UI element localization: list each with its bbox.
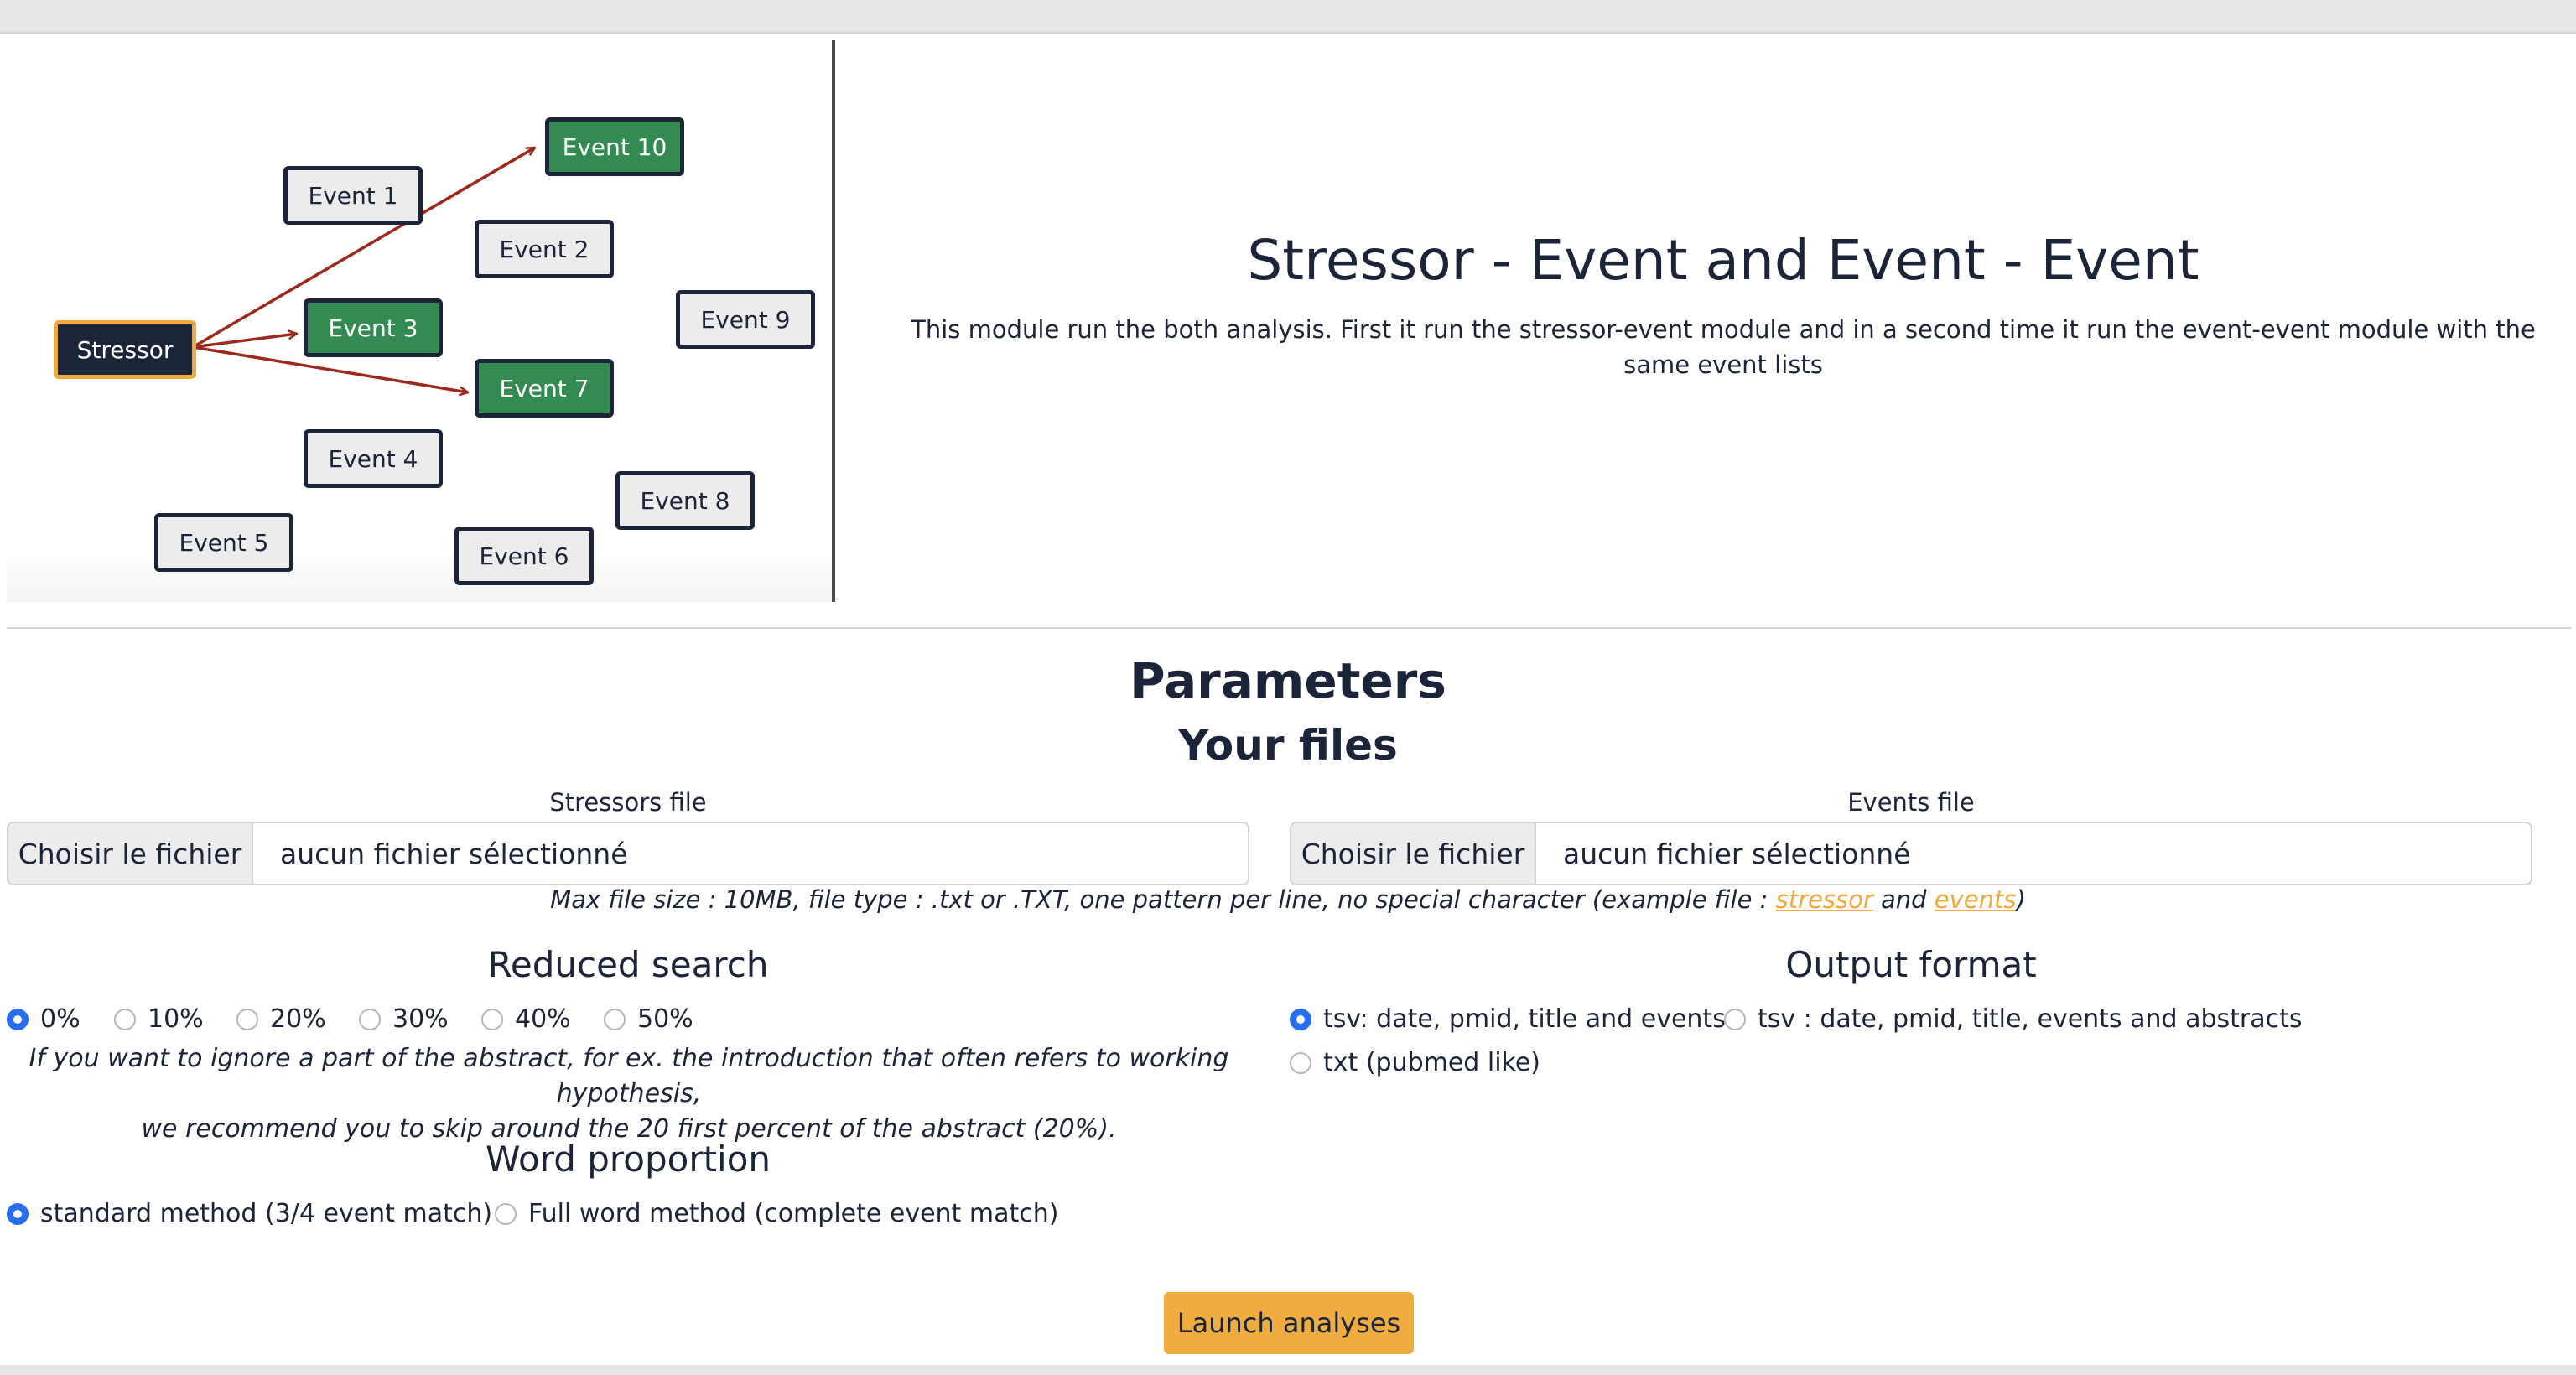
radio-label: 30% <box>392 1004 449 1034</box>
stressor-example-link[interactable]: stressor <box>1776 885 1873 914</box>
reduced-search-heading: Reduced search <box>487 944 769 985</box>
diagram-divider <box>832 40 835 602</box>
word-proportion-heading: Word proportion <box>485 1139 771 1180</box>
radio-icon <box>359 1008 381 1030</box>
events-example-link[interactable]: events <box>1935 885 2017 914</box>
reduced-search-option-20[interactable]: 20% <box>236 1004 326 1034</box>
radio-label: Full word method (complete event match) <box>528 1199 1059 1228</box>
event-node-8: Event 8 <box>615 471 755 530</box>
section-divider <box>7 627 2571 629</box>
radio-label: tsv : date, pmid, title, events and abst… <box>1758 1004 2303 1034</box>
file-hint-suffix: ) <box>2016 885 2026 914</box>
word-proportion-option-standard[interactable]: standard method (3/4 event match) <box>7 1199 492 1228</box>
file-hint-prefix: Max file size : 10MB, file type : .txt o… <box>550 885 1776 914</box>
arrow-stressor-event3 <box>192 334 297 349</box>
radio-label: 20% <box>270 1004 326 1034</box>
stressors-file-status: aucun fichier sélectionné <box>280 837 628 870</box>
browser-top-bar <box>0 0 2576 34</box>
radio-icon <box>114 1008 136 1030</box>
output-format-heading: Output format <box>1785 944 2037 985</box>
events-file-label: Events file <box>1847 788 1975 817</box>
event-node-5: Event 5 <box>154 513 293 572</box>
output-format-option-tsv[interactable]: tsv: date, pmid, title and events <box>1290 1004 1726 1034</box>
word-proportion-option-full-word[interactable]: Full word method (complete event match) <box>495 1199 1058 1228</box>
reduced-search-option-10[interactable]: 10% <box>114 1004 204 1034</box>
stressor-event-diagram: Stressor Event 1 Event 2 Event 3 Event 4… <box>7 40 834 602</box>
event-node-9: Event 9 <box>676 290 815 349</box>
stressors-file-input[interactable]: Choisir le fichier aucun fichier sélecti… <box>7 822 1249 885</box>
radio-label: 0% <box>40 1004 80 1034</box>
radio-label: txt (pubmed like) <box>1323 1048 1541 1077</box>
reduced-search-note-line1: If you want to ignore a part of the abst… <box>29 1044 1229 1108</box>
event-node-3: Event 3 <box>304 298 443 357</box>
event-node-10: Event 10 <box>545 117 684 176</box>
radio-label: tsv: date, pmid, title and events <box>1323 1004 1726 1034</box>
reduced-search-option-30[interactable]: 30% <box>359 1004 449 1034</box>
reduced-search-option-40[interactable]: 40% <box>481 1004 571 1034</box>
radio-icon <box>495 1202 517 1225</box>
stressors-choose-file-button[interactable]: Choisir le fichier <box>8 823 253 884</box>
events-file-input[interactable]: Choisir le fichier aucun fichier sélecti… <box>1290 822 2532 885</box>
output-format-option-tsv-abstracts[interactable]: tsv : date, pmid, title, events and abst… <box>1724 1004 2303 1034</box>
reduced-search-option-50[interactable]: 50% <box>604 1004 693 1034</box>
radio-label: 50% <box>637 1004 693 1034</box>
radio-selected-icon <box>1290 1008 1311 1030</box>
page-title: Stressor - Event and Event - Event <box>1247 228 2199 293</box>
radio-selected-icon <box>7 1008 29 1030</box>
radio-label: standard method (3/4 event match) <box>40 1199 493 1228</box>
browser-bottom-bar <box>0 1365 2576 1375</box>
radio-icon <box>604 1008 626 1030</box>
event-node-7: Event 7 <box>475 359 614 418</box>
output-format-option-txt[interactable]: txt (pubmed like) <box>1290 1048 1540 1077</box>
event-node-2: Event 2 <box>475 220 614 278</box>
file-hint-and: and <box>1872 885 1935 914</box>
radio-icon <box>481 1008 503 1030</box>
events-choose-file-button[interactable]: Choisir le fichier <box>1291 823 1536 884</box>
event-node-4: Event 4 <box>304 429 443 488</box>
parameters-heading: Parameters <box>1130 652 1446 709</box>
stressors-file-label: Stressors file <box>549 788 707 817</box>
radio-label: 10% <box>148 1004 204 1034</box>
reduced-search-note: If you want to ignore a part of the abst… <box>0 1041 1258 1147</box>
radio-icon <box>1724 1008 1746 1030</box>
event-node-6: Event 6 <box>454 527 594 585</box>
files-heading: Your files <box>1178 721 1398 770</box>
radio-icon <box>236 1008 258 1030</box>
module-description: This module run the both analysis. First… <box>911 315 2536 379</box>
stressor-node: Stressor <box>54 320 196 379</box>
radio-icon <box>1290 1051 1311 1074</box>
reduced-search-option-0[interactable]: 0% <box>7 1004 80 1034</box>
radio-label: 40% <box>515 1004 571 1034</box>
radio-selected-icon <box>7 1202 29 1225</box>
launch-analyses-button[interactable]: Launch analyses <box>1164 1292 1414 1354</box>
file-hint: Max file size : 10MB, file type : .txt o… <box>0 885 2576 914</box>
events-file-status: aucun fichier sélectionné <box>1563 837 1911 870</box>
event-node-1: Event 1 <box>283 166 423 225</box>
